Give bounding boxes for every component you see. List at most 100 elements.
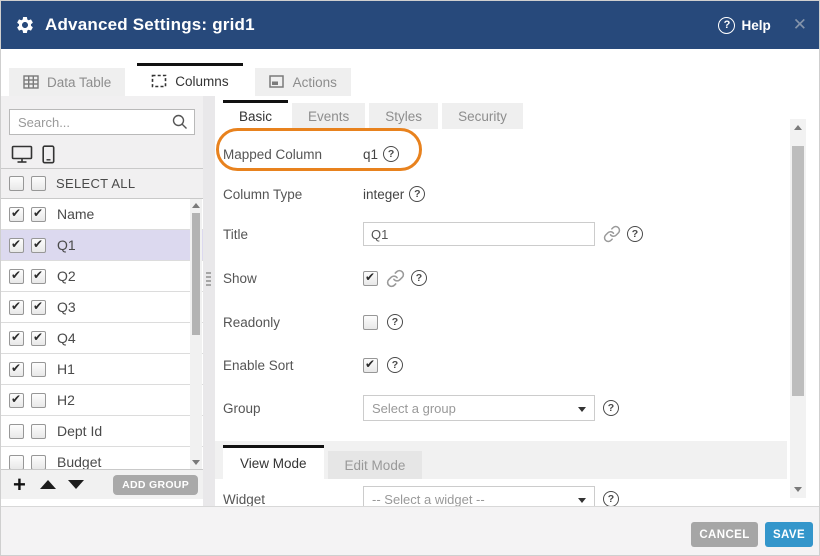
column-list-item[interactable]: H1 (1, 354, 203, 385)
desktop-checkbox[interactable] (9, 331, 24, 346)
desktop-checkbox[interactable] (9, 424, 24, 439)
mobile-checkbox[interactable] (31, 331, 46, 346)
scroll-up-icon[interactable] (192, 203, 200, 208)
column-list: Name Q1 Q2 Q3 Q4H1 H2 Dept IdBudget (1, 199, 203, 469)
column-list-item[interactable]: Q1 (1, 230, 203, 261)
mobile-checkbox[interactable] (31, 424, 46, 439)
column-list-item[interactable]: Budget (1, 447, 203, 469)
mobile-checkbox[interactable] (31, 207, 46, 222)
tab-edit-mode[interactable]: Edit Mode (328, 451, 423, 479)
scroll-down-icon[interactable] (192, 460, 200, 465)
cancel-button[interactable]: CANCEL (691, 522, 758, 547)
main-tab-bar: Data Table Columns Actions (1, 49, 820, 96)
desktop-checkbox[interactable] (9, 362, 24, 377)
mobile-checkbox[interactable] (31, 455, 46, 470)
add-group-button[interactable]: ADD GROUP (113, 475, 198, 495)
scroll-down-icon[interactable] (794, 487, 802, 492)
show-label: Show (223, 271, 363, 286)
desktop-icon[interactable] (11, 145, 33, 164)
close-icon[interactable]: ✕ (793, 15, 807, 35)
readonly-checkbox[interactable] (363, 315, 378, 330)
column-list-item[interactable]: Q3 (1, 292, 203, 323)
search-input[interactable] (9, 109, 195, 135)
select-all-desktop-checkbox[interactable] (9, 176, 24, 191)
desktop-checkbox[interactable] (9, 269, 24, 284)
help-button[interactable]: ? Help (718, 17, 770, 34)
title-row: Title ? (223, 219, 779, 249)
column-label: H2 (57, 392, 75, 408)
add-column-button[interactable]: + (13, 475, 26, 495)
desktop-checkbox[interactable] (9, 393, 24, 408)
column-list-scrollbar[interactable] (190, 199, 202, 469)
tab-label: Security (458, 109, 507, 124)
panel-splitter[interactable] (203, 96, 215, 506)
dropdown-caret-icon (578, 407, 586, 412)
mobile-checkbox[interactable] (31, 269, 46, 284)
column-list-item[interactable]: H2 (1, 385, 203, 416)
bind-link-icon[interactable] (386, 269, 405, 288)
settings-tab-bar: Basic Events Styles Security (223, 101, 523, 129)
column-label: Q1 (57, 237, 76, 253)
mapped-column-help-icon[interactable]: ? (383, 146, 399, 162)
tab-basic[interactable]: Basic (223, 100, 288, 129)
splitter-grip-icon[interactable] (206, 272, 211, 288)
column-list-item[interactable]: Q2 (1, 261, 203, 292)
scroll-up-icon[interactable] (794, 125, 802, 130)
tab-label: Edit Mode (345, 458, 406, 473)
mobile-checkbox[interactable] (31, 393, 46, 408)
search-icon[interactable] (171, 113, 189, 131)
tab-events[interactable]: Events (292, 103, 365, 129)
select-all-row[interactable]: SELECT ALL (1, 169, 203, 199)
tab-actions[interactable]: Actions (255, 68, 351, 96)
column-type-help-icon[interactable]: ? (409, 186, 425, 202)
mode-tab-bar: View Mode Edit Mode (215, 441, 787, 479)
column-settings-form: Basic Events Styles Security Mapped Colu… (215, 96, 787, 506)
tab-data-table[interactable]: Data Table (9, 68, 125, 96)
group-help-icon[interactable]: ? (603, 400, 619, 416)
select-all-mobile-checkbox[interactable] (31, 176, 46, 191)
enable-sort-help-icon[interactable]: ? (387, 357, 403, 373)
form-scrollbar[interactable] (790, 119, 806, 498)
scrollbar-thumb[interactable] (192, 213, 200, 335)
widget-dropdown[interactable]: -- Select a widget -- (363, 486, 595, 506)
column-label: Q3 (57, 299, 76, 315)
enable-sort-checkbox[interactable] (363, 358, 378, 373)
tab-label: Events (308, 109, 349, 124)
desktop-checkbox[interactable] (9, 455, 24, 470)
widget-help-icon[interactable]: ? (603, 491, 619, 506)
help-label: Help (741, 18, 770, 33)
column-label: Name (57, 206, 94, 222)
tab-view-mode[interactable]: View Mode (223, 445, 324, 479)
move-up-button[interactable] (40, 480, 56, 489)
mobile-checkbox[interactable] (31, 238, 46, 253)
title-bar: Advanced Settings: grid1 ? Help ✕ (1, 1, 820, 49)
bind-link-icon[interactable] (603, 225, 621, 243)
tab-label: Data Table (47, 75, 111, 90)
mobile-checkbox[interactable] (31, 300, 46, 315)
mobile-icon[interactable] (42, 145, 55, 164)
select-all-label: SELECT ALL (56, 176, 135, 191)
move-down-button[interactable] (68, 480, 84, 489)
title-input[interactable] (363, 222, 595, 246)
readonly-help-icon[interactable]: ? (387, 314, 403, 330)
desktop-checkbox[interactable] (9, 207, 24, 222)
show-help-icon[interactable]: ? (411, 270, 427, 286)
show-checkbox[interactable] (363, 271, 378, 286)
group-dropdown[interactable]: Select a group (363, 395, 595, 421)
tab-columns[interactable]: Columns (137, 63, 242, 96)
tab-styles[interactable]: Styles (369, 103, 438, 129)
tab-label: Basic (239, 109, 272, 124)
column-list-item[interactable]: Name (1, 199, 203, 230)
mobile-checkbox[interactable] (31, 362, 46, 377)
scrollbar-thumb[interactable] (792, 146, 804, 396)
tab-security[interactable]: Security (442, 103, 523, 129)
column-list-item[interactable]: Dept Id (1, 416, 203, 447)
actions-icon (269, 75, 285, 89)
column-list-item[interactable]: Q4 (1, 323, 203, 354)
desktop-checkbox[interactable] (9, 300, 24, 315)
group-dropdown-value: Select a group (372, 401, 456, 416)
save-button[interactable]: SAVE (765, 522, 813, 547)
dialog-footer: CANCEL SAVE (1, 506, 820, 556)
title-help-icon[interactable]: ? (627, 226, 643, 242)
desktop-checkbox[interactable] (9, 238, 24, 253)
